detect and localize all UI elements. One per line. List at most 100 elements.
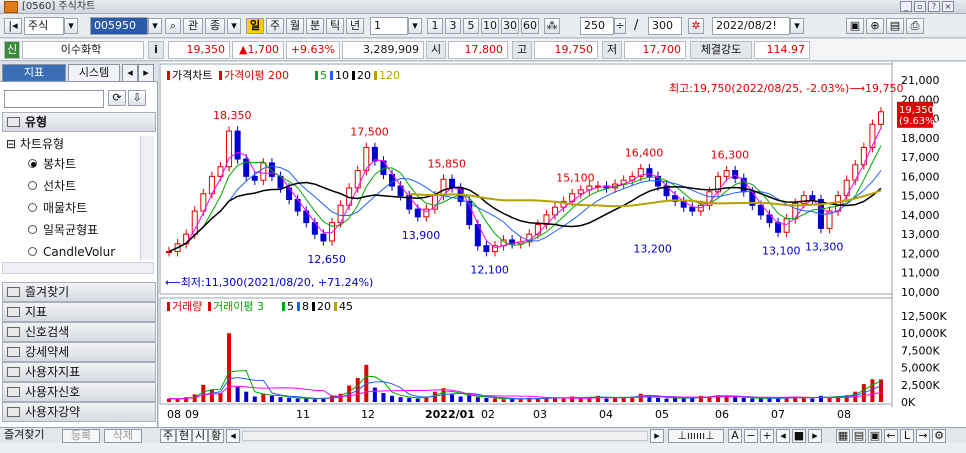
volume-bar (879, 379, 883, 402)
chart-area[interactable]: 10,000 11,000 12,000 13,000 14,000 15,000 16,0… (159, 62, 966, 453)
related-button[interactable]: 종 (205, 18, 225, 34)
search-icon[interactable]: ⌕ (165, 18, 181, 34)
section-user-strength[interactable]: 사용자강약 (2, 402, 156, 422)
unit-60-button[interactable]: 60 (521, 18, 539, 34)
market-select[interactable]: 주식 (24, 17, 64, 35)
volume-bar (758, 398, 763, 402)
section-type[interactable]: 유형 (2, 112, 156, 132)
chart-scrollbar[interactable] (242, 431, 648, 441)
zoom-in-icon[interactable]: + (760, 429, 774, 443)
watch-button[interactable]: 관 (183, 18, 203, 34)
tab-current[interactable]: 현 (176, 429, 192, 443)
section-user-signals[interactable]: 사용자신호 (2, 382, 156, 402)
volume-legend-label: 거래이평 3 (213, 300, 264, 313)
period-week-button[interactable]: 주 (266, 18, 284, 34)
unit-dropdown-icon[interactable]: ▾ (408, 18, 422, 34)
count-input[interactable]: 250 (580, 17, 614, 35)
candle-body (534, 224, 541, 235)
minimize-icon[interactable]: _ (900, 1, 912, 12)
stock-code-input[interactable]: 005950 (90, 17, 148, 35)
section-indicators[interactable]: 지표 (2, 302, 156, 322)
tab-system[interactable]: 시스템 (68, 64, 120, 82)
settings-grid-icon[interactable]: ⁂ (544, 18, 560, 34)
tab-weekly[interactable]: 주 (160, 429, 176, 443)
price-annotation: 15,100 (556, 172, 595, 185)
candle-body (251, 175, 258, 181)
grid-icon[interactable]: ▦ (836, 429, 850, 443)
section-signal-search[interactable]: 신호검색 (2, 322, 156, 342)
play-icon[interactable]: ▸ (808, 429, 822, 443)
text-tool-icon[interactable]: A (728, 429, 742, 443)
volume-tick-label: 12,500K (901, 310, 947, 323)
code-dropdown-icon[interactable]: ▾ (148, 18, 162, 34)
period-minute-button[interactable]: 분 (306, 18, 324, 34)
unit-30-button[interactable]: 30 (501, 18, 519, 34)
tools-icon[interactable]: ⚙ (932, 429, 946, 443)
unit-5-button[interactable]: 5 (463, 18, 479, 34)
chart-type-volume-profile[interactable]: 매물차트 (28, 199, 87, 217)
info-button[interactable]: i (148, 41, 164, 59)
period-year-button[interactable]: 년 (346, 18, 364, 34)
folder-icon (7, 117, 20, 127)
tab-left-arrow-icon[interactable]: ◂ (122, 64, 138, 82)
save-icon[interactable]: ▤ (886, 18, 904, 34)
restore-icon[interactable]: ▫ (914, 1, 926, 12)
arrow-left-icon[interactable]: ← (884, 429, 898, 443)
zoom-slider[interactable]: ⊥ıııııı⊥ (668, 429, 724, 443)
chart-type-ichimoku[interactable]: 일목균형표 (28, 221, 98, 239)
price-tick-label: 17,000 (901, 151, 940, 164)
section-favorites[interactable]: 즐겨찾기 (2, 282, 156, 302)
tree-scrollbar[interactable] (140, 136, 154, 260)
line-tool-icon[interactable]: L (900, 429, 914, 443)
unit-select[interactable]: 1 (370, 17, 408, 35)
indicator-search-input[interactable] (4, 90, 104, 108)
delete-button[interactable]: 삭제 (104, 429, 142, 443)
stop-icon[interactable]: ■ (792, 429, 806, 443)
candle-body (260, 162, 267, 181)
count-spinner-icon[interactable]: ÷ (614, 18, 626, 34)
section-user-indicators[interactable]: 사용자지표 (2, 362, 156, 382)
scroll-left-icon[interactable]: ◂ (226, 429, 240, 443)
register-button[interactable]: 등록 (62, 429, 100, 443)
tab-right-arrow-icon[interactable]: ▸ (138, 64, 154, 82)
tab-indicator[interactable]: 지표 (2, 64, 66, 82)
help-icon[interactable]: ? (928, 1, 940, 12)
date-dropdown-icon[interactable]: ▾ (790, 18, 804, 34)
unit-3-button[interactable]: 3 (445, 18, 461, 34)
arrow-right-icon[interactable]: → (916, 429, 930, 443)
period-month-button[interactable]: 월 (286, 18, 304, 34)
chart-type-candle[interactable]: 봉차트 (28, 155, 76, 173)
tree-chart-type[interactable]: ⊟ 차트유형 (6, 135, 64, 153)
search-go-icon[interactable]: ⟳ (108, 90, 126, 106)
scroll-right-icon[interactable]: ▸ (650, 429, 664, 443)
price-tick-label: 13,000 (901, 228, 940, 241)
chart-type-candlevolume[interactable]: CandleVolur (28, 243, 140, 261)
period-day-button[interactable]: 일 (246, 18, 264, 34)
tree-hscrollbar[interactable] (2, 262, 154, 274)
tab-status[interactable]: 황 (208, 429, 224, 443)
mode-dropdown-icon[interactable]: ▾ (227, 18, 241, 34)
prev-icon[interactable]: ◂ (776, 429, 790, 443)
close-icon[interactable]: × (942, 1, 954, 12)
tab-market[interactable]: 시 (192, 429, 208, 443)
price-annotation: 18,350 (213, 109, 252, 122)
refresh-icon[interactable]: ✲ (688, 18, 704, 34)
unit-10-button[interactable]: 10 (481, 18, 499, 34)
date-input[interactable]: 2022/08/2! (712, 17, 790, 35)
period-tick-button[interactable]: 틱 (326, 18, 344, 34)
section-strength[interactable]: 강세약세 (2, 342, 156, 362)
volume-bar (664, 398, 669, 402)
unit-1-button[interactable]: 1 (427, 18, 443, 34)
chart-type-line[interactable]: 선차트 (28, 177, 76, 195)
zoom-icon[interactable]: ⊕ (866, 18, 884, 34)
save-chart-icon[interactable]: ▤ (852, 429, 866, 443)
zoom-out-icon[interactable]: − (744, 429, 758, 443)
print-icon[interactable]: ⎙ (906, 18, 924, 34)
layout-chart-icon[interactable]: ▣ (868, 429, 882, 443)
prev-stock-icon[interactable]: |◂ (4, 18, 22, 34)
market-dropdown-icon[interactable]: ▾ (64, 18, 78, 34)
chart-svg[interactable]: 10,000 11,000 12,000 13,000 14,000 15,000 16,0… (159, 62, 966, 427)
download-icon[interactable]: ⇩ (128, 90, 146, 106)
layout-icon[interactable]: ▣ (846, 18, 864, 34)
price-legend-label: 가격차트 (172, 69, 212, 82)
